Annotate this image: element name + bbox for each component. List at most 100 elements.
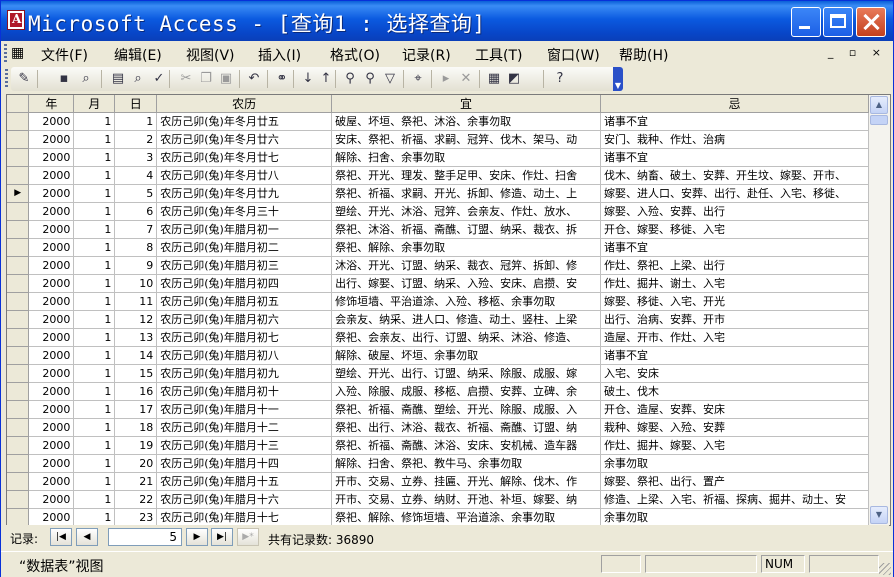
menu-window[interactable]: 窗口(W) <box>547 45 600 65</box>
cell-month[interactable]: 1 <box>73 310 116 329</box>
cell-month[interactable]: 1 <box>73 382 116 401</box>
cell-day[interactable]: 17 <box>114 400 158 419</box>
new-object-icon[interactable]: ◩ <box>505 70 523 88</box>
cell-year[interactable]: 2000 <box>28 238 75 257</box>
cell-lunar-date[interactable]: 农历己卯(兔)年腊月初二 <box>156 238 333 257</box>
column-header-avoid[interactable]: 忌 <box>600 95 869 113</box>
cell-month[interactable]: 1 <box>73 130 116 149</box>
resize-grip[interactable] <box>879 563 891 575</box>
cell-lunar-date[interactable]: 农历己卯(兔)年腊月初八 <box>156 346 333 365</box>
cell-avoid[interactable]: 嫁娶、入殓、安葬、出行 <box>600 202 869 221</box>
record-selector[interactable] <box>7 400 30 419</box>
sort-descending-icon[interactable]: ↑ <box>317 70 335 88</box>
record-selector[interactable] <box>7 274 30 293</box>
menu-help[interactable]: 帮助(H) <box>619 45 668 65</box>
record-selector[interactable] <box>7 418 30 437</box>
cell-suitable[interactable]: 会亲友、纳采、进人口、修造、动土、竖柱、上梁 <box>331 310 602 329</box>
cell-lunar-date[interactable]: 农历己卯(兔)年腊月十四 <box>156 454 333 473</box>
cell-lunar-date[interactable]: 农历己卯(兔)年腊月十二 <box>156 418 333 437</box>
record-selector[interactable] <box>7 436 30 455</box>
current-record-input[interactable]: 5 <box>108 528 182 546</box>
filter-by-form-icon[interactable]: ⚲ <box>361 70 379 88</box>
cell-day[interactable]: 16 <box>114 382 158 401</box>
record-selector[interactable] <box>7 454 30 473</box>
cell-lunar-date[interactable]: 农历己卯(兔)年腊月初四 <box>156 274 333 293</box>
menu-view[interactable]: 视图(V) <box>186 45 235 65</box>
new-record-icon[interactable]: ▸ <box>437 70 455 88</box>
table-row[interactable]: 2000 1 11 农历己卯(兔)年腊月初五 修饰垣墙、平治道涂、入殓、移柩、余事勿取嫁… <box>7 292 869 311</box>
access-app-icon[interactable] <box>7 10 25 30</box>
cell-avoid[interactable]: 安门、栽种、作灶、治病 <box>600 130 869 149</box>
cell-year[interactable]: 2000 <box>28 454 75 473</box>
table-row[interactable]: 2000 1 7 农历己卯(兔)年腊月初一 祭祀、沐浴、祈福、斋醮、订盟、纳采、裁衣、拆… <box>7 220 869 239</box>
cell-suitable[interactable]: 破屋、坏垣、祭祀、沐浴、余事勿取 <box>331 112 602 131</box>
database-window-icon[interactable]: ▦ <box>485 70 503 88</box>
cell-suitable[interactable]: 祭祀、祈福、斋醮、塑绘、开光、除服、成服、入 <box>331 400 602 419</box>
record-selector[interactable] <box>7 382 30 401</box>
cell-year[interactable]: 2000 <box>28 310 75 329</box>
cell-suitable[interactable]: 祭祀、祈福、求嗣、开光、拆卸、修造、动土、上 <box>331 184 602 203</box>
cell-month[interactable]: 1 <box>73 184 116 203</box>
cell-year[interactable]: 2000 <box>28 274 75 293</box>
cell-day[interactable]: 1 <box>114 112 158 131</box>
cell-month[interactable]: 1 <box>73 472 116 491</box>
table-row[interactable]: 2000 1 18 农历己卯(兔)年腊月十二 祭祀、出行、沐浴、裁衣、祈福、斋醮、订盟、… <box>7 418 869 437</box>
cell-year[interactable]: 2000 <box>28 292 75 311</box>
cell-day[interactable]: 7 <box>114 220 158 239</box>
help-icon[interactable]: ? <box>551 70 569 88</box>
column-header-month[interactable]: 月 <box>73 95 116 113</box>
current-record-indicator-icon[interactable]: ▶ <box>7 184 30 203</box>
column-header-lunar-date[interactable]: 农历 <box>156 95 333 113</box>
table-row[interactable]: 2000 1 9 农历己卯(兔)年腊月初三 沐浴、开光、订盟、纳采、裁衣、冠笄、拆卸、修… <box>7 256 869 275</box>
cell-avoid[interactable]: 余事勿取 <box>600 508 869 525</box>
cell-avoid[interactable]: 嫁娶、进人口、安葬、出行、赴任、入宅、移徙、 <box>600 184 869 203</box>
cell-suitable[interactable]: 解除、扫舍、余事勿取 <box>331 148 602 167</box>
cell-avoid[interactable]: 开仓、造屋、安葬、安床 <box>600 400 869 419</box>
cell-lunar-date[interactable]: 农历己卯(兔)年腊月十三 <box>156 436 333 455</box>
cell-suitable[interactable]: 开市、交易、立券、纳财、开池、补垣、嫁娶、纳 <box>331 490 602 509</box>
cell-lunar-date[interactable]: 农历己卯(兔)年腊月十七 <box>156 508 333 525</box>
scroll-thumb[interactable] <box>870 115 888 125</box>
cut-icon[interactable]: ✂ <box>177 70 195 88</box>
table-row[interactable]: 2000 1 22 农历己卯(兔)年腊月十六 开市、交易、立券、纳财、开池、补垣、嫁娶、… <box>7 490 869 509</box>
close-button[interactable] <box>856 7 886 37</box>
filter-by-selection-icon[interactable]: ⚲ <box>341 70 359 88</box>
cell-year[interactable]: 2000 <box>28 436 75 455</box>
cell-year[interactable]: 2000 <box>28 166 75 185</box>
cell-suitable[interactable]: 塑绘、开光、出行、订盟、纳采、除服、成服、嫁 <box>331 364 602 383</box>
cell-day[interactable]: 12 <box>114 310 158 329</box>
record-selector[interactable] <box>7 166 30 185</box>
cell-suitable[interactable]: 开市、交易、立券、挂匾、开光、解除、伐木、作 <box>331 472 602 491</box>
cell-lunar-date[interactable]: 农历己卯(兔)年冬月廿九 <box>156 184 333 203</box>
minimize-button[interactable] <box>791 7 821 37</box>
column-header-suitable[interactable]: 宜 <box>331 95 602 113</box>
table-row[interactable]: 2000 1 6 农历己卯(兔)年冬月三十 塑绘、开光、沐浴、冠笄、会亲友、作灶、放水、… <box>7 202 869 221</box>
cell-avoid[interactable]: 嫁娶、祭祀、出行、置产 <box>600 472 869 491</box>
spelling-icon[interactable]: ✓ <box>150 70 168 88</box>
undo-icon[interactable]: ↶ <box>245 70 263 88</box>
record-selector[interactable] <box>7 472 30 491</box>
cell-lunar-date[interactable]: 农历己卯(兔)年腊月十一 <box>156 400 333 419</box>
menubar-grip[interactable] <box>4 44 7 62</box>
cell-day[interactable]: 5 <box>114 184 158 203</box>
cell-avoid[interactable]: 诸事不宜 <box>600 346 869 365</box>
column-header-day[interactable]: 日 <box>114 95 158 113</box>
cell-suitable[interactable]: 祭祀、祈福、斋醮、沐浴、安床、安机械、造车器 <box>331 436 602 455</box>
cell-lunar-date[interactable]: 农历己卯(兔)年腊月十五 <box>156 472 333 491</box>
scroll-down-icon[interactable]: ▼ <box>870 506 888 524</box>
cell-suitable[interactable]: 祭祀、沐浴、祈福、斋醮、订盟、纳采、裁衣、拆 <box>331 220 602 239</box>
record-selector[interactable] <box>7 202 30 221</box>
scroll-up-icon[interactable]: ▲ <box>870 96 888 114</box>
copy-icon[interactable]: ❐ <box>197 70 215 88</box>
mdi-window-controls[interactable]: _ ▫ × <box>828 46 887 59</box>
cell-avoid[interactable]: 修造、上梁、入宅、祈福、探病、掘井、动土、安 <box>600 490 869 509</box>
cell-month[interactable]: 1 <box>73 490 116 509</box>
record-selector[interactable] <box>7 346 30 365</box>
cell-day[interactable]: 6 <box>114 202 158 221</box>
title-bar[interactable]: Microsoft Access - [查询1 : 选择查询] <box>1 1 893 41</box>
cell-month[interactable]: 1 <box>73 238 116 257</box>
cell-avoid[interactable]: 诸事不宜 <box>600 238 869 257</box>
cell-avoid[interactable]: 开仓、嫁娶、移徙、入宅 <box>600 220 869 239</box>
cell-lunar-date[interactable]: 农历己卯(兔)年冬月廿七 <box>156 148 333 167</box>
previous-record-button[interactable]: ◀ <box>76 528 98 546</box>
